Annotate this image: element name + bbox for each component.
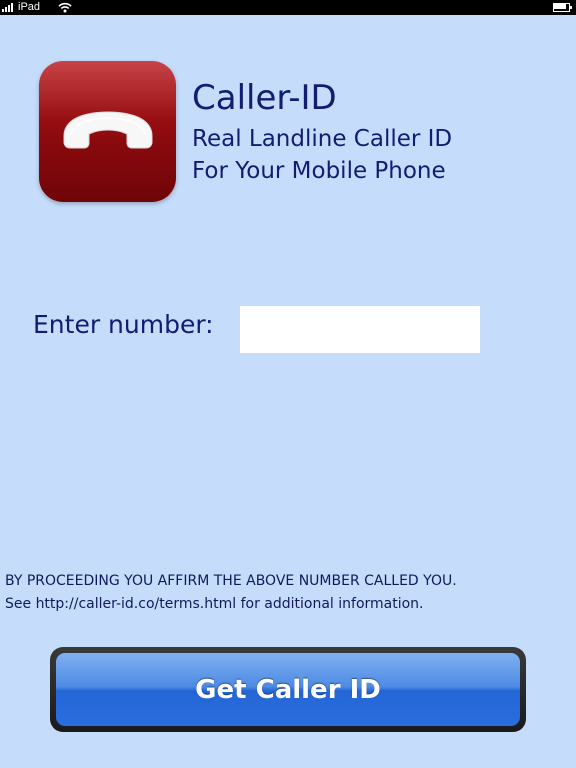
app-title: Caller-ID: [192, 78, 337, 118]
phone-number-input[interactable]: [240, 306, 480, 353]
app-subtitle-line-2: For Your Mobile Phone: [192, 158, 446, 184]
disclaimer-line-1: BY PROCEEDING YOU AFFIRM THE ABOVE NUMBE…: [5, 573, 457, 589]
disclaimer-line-2: See http://caller-id.co/terms.html for a…: [5, 596, 424, 612]
battery-level: [554, 4, 566, 9]
signal-bars-icon: [2, 3, 13, 12]
phone-handset-icon: [63, 111, 153, 149]
app-subtitle-line-1: Real Landline Caller ID: [192, 126, 453, 152]
app-icon: [39, 61, 176, 202]
status-bar: iPad: [0, 0, 576, 15]
battery-icon: [553, 3, 572, 12]
enter-number-label: Enter number:: [33, 310, 214, 339]
carrier-name: iPad: [18, 1, 41, 13]
get-caller-id-button[interactable]: Get Caller ID: [56, 653, 520, 726]
get-caller-id-button-frame: Get Caller ID: [50, 647, 526, 732]
wifi-icon: [58, 2, 72, 16]
